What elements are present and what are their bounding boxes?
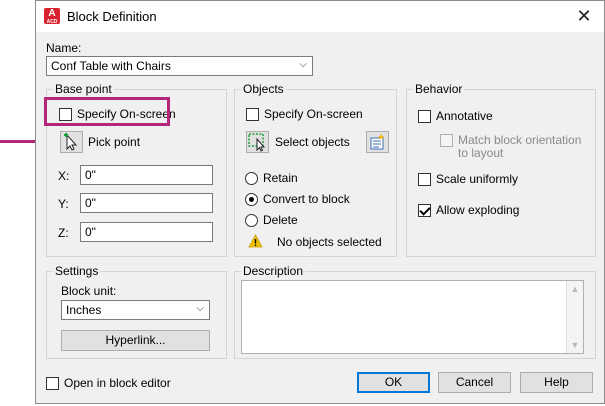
checkbox-box [418,109,431,123]
annotative-checkbox[interactable]: Annotative [418,109,493,123]
help-button[interactable]: Help [520,372,593,393]
z-label: Z: [58,226,69,240]
chevron-down-icon: ⌵ [196,303,204,314]
ok-button[interactable]: OK [357,372,430,393]
select-objects-button[interactable] [246,131,269,153]
block-unit-label: Block unit: [61,284,117,298]
match-orientation-checkbox: Match block orientation to layout [440,134,581,160]
x-label: X: [58,169,70,183]
description-textarea[interactable]: ▲ ▼ [241,280,584,354]
y-coordinate-input[interactable]: 0" [80,193,213,213]
no-objects-status: No objects selected [277,235,382,249]
block-definition-dialog: A ACD Block Definition ✕ Name: Conf Tabl… [35,0,605,404]
autocad-app-icon: A ACD [44,8,60,25]
scale-uniformly-checkbox[interactable]: Scale uniformly [418,172,518,186]
open-in-block-editor-checkbox[interactable]: Open in block editor [46,376,171,390]
scroll-up-icon: ▲ [570,284,580,294]
warning-icon [248,234,263,248]
quick-select-icon [370,134,384,150]
description-title: Description [241,264,306,278]
delete-label: Delete [263,213,298,227]
cancel-button[interactable]: Cancel [438,372,511,393]
scroll-down-icon: ▼ [570,340,580,350]
block-unit-value: Inches [66,303,102,317]
pick-point-button[interactable] [60,131,83,153]
name-combobox[interactable]: Conf Table with Chairs ⌵ [46,56,313,76]
title-bar: A ACD Block Definition ✕ [36,1,604,32]
retain-label: Retain [263,171,298,185]
y-label: Y: [58,197,69,211]
open-in-block-editor-label: Open in block editor [64,376,171,390]
objects-specify-onscreen-label: Specify On-screen [264,107,363,121]
retain-radio[interactable]: Retain [245,171,298,185]
checkbox-box [46,376,59,390]
checkbox-box-checked [418,203,431,217]
convert-to-block-label: Convert to block [263,192,350,206]
radio-circle [245,213,258,227]
objects-specify-onscreen-checkbox[interactable]: Specify On-screen [246,107,363,121]
checkbox-box [246,107,259,121]
annotative-label: Annotative [436,109,493,123]
window-title: Block Definition [67,9,157,24]
allow-exploding-label: Allow exploding [436,203,520,217]
z-coordinate-input[interactable]: 0" [80,222,213,242]
x-coordinate-input[interactable]: 0" [80,165,213,185]
checkbox-box-disabled [440,134,453,147]
radio-circle [245,171,258,185]
scale-uniformly-label: Scale uniformly [436,172,519,186]
name-label: Name: [46,41,82,55]
delete-radio[interactable]: Delete [245,213,298,227]
select-objects-label: Select objects [275,135,350,149]
allow-exploding-checkbox[interactable]: Allow exploding [418,203,519,217]
settings-title: Settings [53,264,101,278]
checkbox-box [418,172,431,186]
radio-circle-selected [245,192,258,206]
match-orientation-label-line2: to layout [458,146,504,160]
base-point-title: Base point [53,82,114,96]
hyperlink-button[interactable]: Hyperlink... [61,330,210,351]
pick-point-icon [64,133,78,151]
quick-select-button[interactable] [366,131,389,153]
select-objects-icon [248,133,266,152]
name-value: Conf Table with Chairs [51,59,171,73]
description-scrollbar[interactable]: ▲ ▼ [566,281,583,353]
chevron-down-icon: ⌵ [299,59,307,70]
behavior-title: Behavior [413,82,465,96]
pick-point-label: Pick point [88,135,141,149]
block-unit-combobox[interactable]: Inches ⌵ [61,300,210,320]
convert-to-block-radio[interactable]: Convert to block [245,192,350,206]
objects-title: Objects [241,82,286,96]
close-icon[interactable]: ✕ [572,5,596,27]
annotation-highlight-box [44,97,170,126]
